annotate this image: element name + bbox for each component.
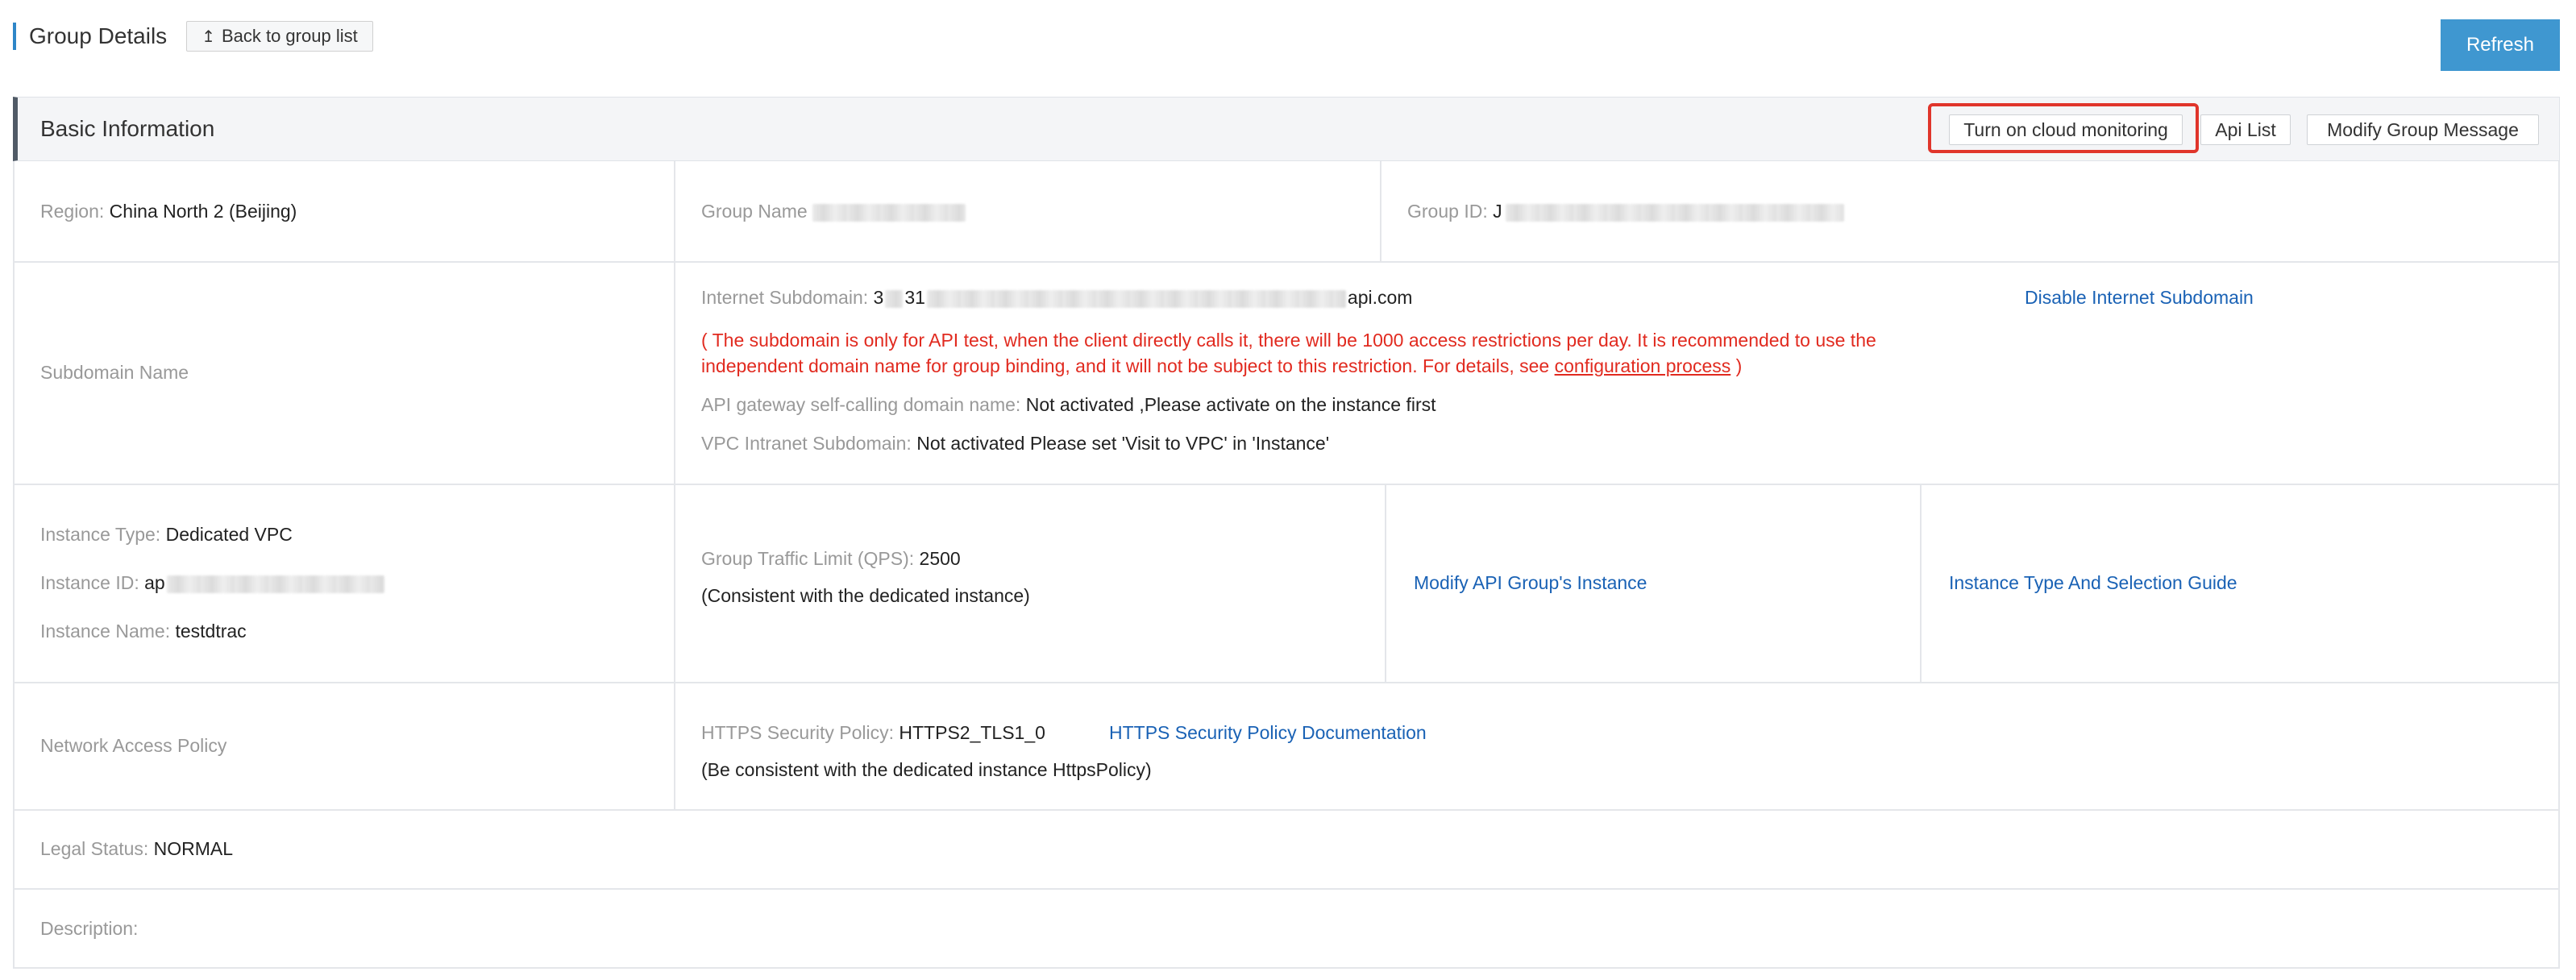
- internet-subdomain-suffix: api.com: [1347, 287, 1413, 308]
- group-id-prefix: J: [1493, 201, 1502, 222]
- redacted-group-name: [812, 203, 966, 222]
- legal-status-field: Legal Status: NORMAL: [40, 837, 233, 861]
- redacted-subdomain-part: [885, 289, 904, 308]
- instance-id-prefix: ap: [144, 572, 165, 593]
- https-policy-note: (Be consistent with the dedicated instan…: [701, 759, 1152, 780]
- instance-name-value: testdtrac: [175, 621, 247, 642]
- column-divider: [1380, 161, 1381, 261]
- instance-type-field: Instance Type: Dedicated VPC: [40, 522, 293, 546]
- modify-api-group-instance-link[interactable]: Modify API Group's Instance: [1414, 571, 1647, 595]
- self-calling-domain-label: API gateway self-calling domain name:: [701, 394, 1026, 415]
- vpc-intranet-subdomain-label: VPC Intranet Subdomain:: [701, 433, 917, 454]
- disable-internet-subdomain-link[interactable]: Disable Internet Subdomain: [2025, 285, 2254, 309]
- region-field: Region: China North 2 (Beijing): [40, 199, 297, 223]
- modify-group-message-button[interactable]: Modify Group Message: [2307, 114, 2539, 145]
- self-calling-domain-field: API gateway self-calling domain name: No…: [701, 392, 1436, 417]
- page-header: Group Details ↥ Back to group list: [13, 21, 373, 52]
- instance-type-value: Dedicated VPC: [165, 524, 293, 545]
- internet-subdomain-label: Internet Subdomain:: [701, 287, 874, 308]
- legal-status-value: NORMAL: [153, 838, 234, 859]
- https-security-policy-value: HTTPS2_TLS1_0: [899, 722, 1045, 743]
- group-details-page: Group Details ↥ Back to group list Refre…: [0, 0, 2576, 980]
- column-divider: [674, 161, 675, 809]
- group-id-label: Group ID:: [1407, 201, 1494, 222]
- internet-subdomain-mid: 31: [904, 287, 925, 308]
- group-traffic-limit-label: Group Traffic Limit (QPS):: [701, 548, 920, 569]
- instance-name-label: Instance Name:: [40, 621, 176, 642]
- row-divider: [15, 484, 2558, 485]
- https-security-policy-field: HTTPS Security Policy: HTTPS2_TLS1_0: [701, 720, 1045, 745]
- instance-id-label: Instance ID:: [40, 572, 145, 593]
- row-divider: [15, 809, 2558, 811]
- instance-id-field: Instance ID: ap: [40, 571, 384, 595]
- refresh-button[interactable]: Refresh: [2441, 19, 2560, 71]
- api-list-button[interactable]: Api List: [2200, 114, 2291, 145]
- vpc-intranet-subdomain-value: Not activated Please set 'Visit to VPC' …: [916, 433, 1330, 454]
- network-access-policy-label: Network Access Policy: [40, 735, 227, 756]
- row-divider: [15, 261, 2558, 263]
- title-accent-bar: [13, 23, 16, 50]
- warning-text-end: ): [1730, 355, 1743, 376]
- vpc-intranet-subdomain-field: VPC Intranet Subdomain: Not activated Pl…: [701, 431, 1329, 455]
- redacted-group-id: [1505, 203, 1844, 222]
- basic-information-table: Region: China North 2 (Beijing) Group Na…: [13, 161, 2560, 969]
- back-to-group-list-button[interactable]: ↥ Back to group list: [186, 21, 373, 52]
- group-name-label: Group Name: [701, 201, 808, 222]
- description-label: Description:: [40, 918, 139, 939]
- legal-status-label: Legal Status:: [40, 838, 154, 859]
- redacted-instance-id: [166, 575, 384, 593]
- column-divider: [1920, 484, 1922, 682]
- configuration-process-link[interactable]: configuration process: [1555, 355, 1731, 376]
- https-security-policy-label: HTTPS Security Policy:: [701, 722, 900, 743]
- internet-subdomain-prefix: 3: [873, 287, 884, 308]
- https-security-policy-documentation-link[interactable]: HTTPS Security Policy Documentation: [1109, 720, 1427, 745]
- region-label: Region:: [40, 201, 110, 222]
- back-button-label: Back to group list: [221, 26, 358, 46]
- turn-on-cloud-monitoring-button[interactable]: Turn on cloud monitoring: [1949, 114, 2183, 145]
- redacted-subdomain-part: [926, 289, 1346, 308]
- group-traffic-limit-value: 2500: [919, 548, 961, 569]
- upload-arrow-icon: ↥: [202, 27, 215, 46]
- basic-information-header: Basic Information Turn on cloud monitori…: [13, 97, 2560, 161]
- row-divider: [15, 682, 2558, 683]
- traffic-limit-note: (Consistent with the dedicated instance): [701, 585, 1030, 606]
- self-calling-domain-value: Not activated ,Please activate on the in…: [1025, 394, 1436, 415]
- row-divider: [15, 888, 2558, 890]
- group-name-field: Group Name: [701, 199, 966, 223]
- instance-name-field: Instance Name: testdtrac: [40, 619, 247, 643]
- internet-subdomain-field: Internet Subdomain: 3 31 api.com: [701, 285, 1412, 309]
- page-title: Group Details: [29, 23, 168, 48]
- column-divider: [1385, 484, 1386, 682]
- section-title: Basic Information: [40, 116, 215, 141]
- subdomain-name-label: Subdomain Name: [40, 362, 189, 383]
- subdomain-warning: ( The subdomain is only for API test, wh…: [701, 327, 1975, 379]
- instance-type-selection-guide-link[interactable]: Instance Type And Selection Guide: [1949, 571, 2237, 595]
- group-id-field: Group ID: J: [1407, 199, 1844, 223]
- region-value: China North 2 (Beijing): [109, 201, 297, 222]
- instance-type-label: Instance Type:: [40, 524, 166, 545]
- group-traffic-limit-field: Group Traffic Limit (QPS): 2500: [701, 546, 961, 571]
